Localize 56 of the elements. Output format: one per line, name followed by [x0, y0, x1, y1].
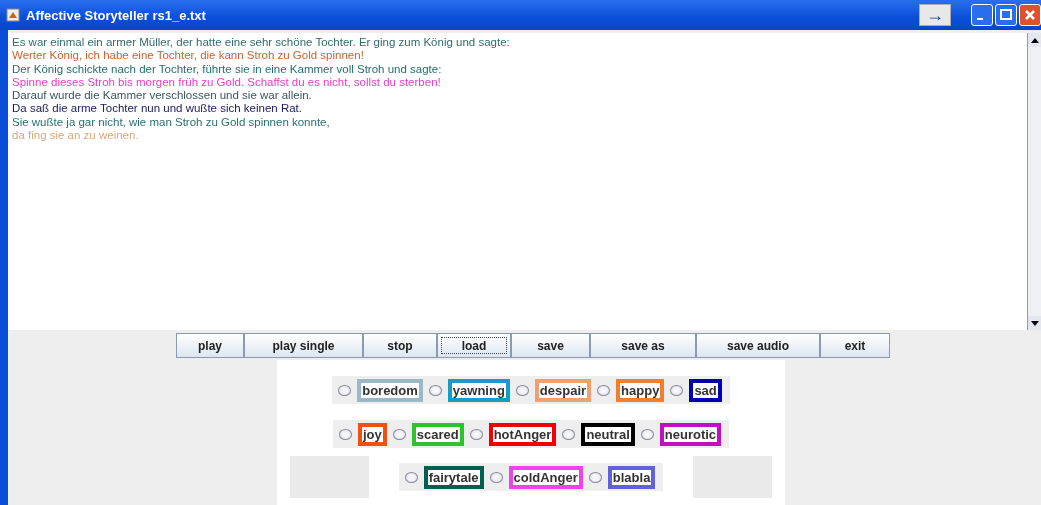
minimize-icon — [977, 18, 983, 20]
action-button[interactable]: stop — [363, 333, 437, 358]
emotion-label: happy — [616, 378, 665, 402]
emotion-label: hotAnger — [488, 422, 557, 446]
action-button[interactable]: save audio — [696, 333, 820, 358]
emotion-label: neurotic — [659, 422, 722, 446]
emotion-label: joy — [357, 422, 387, 446]
radio-button[interactable] — [428, 384, 442, 396]
emotion-label: yawning — [447, 378, 510, 402]
app-icon — [6, 8, 20, 22]
scroll-up-button[interactable] — [1028, 33, 1041, 47]
window-title: Affective Storyteller rs1_e.txt — [26, 7, 207, 23]
radio-button[interactable] — [392, 428, 406, 440]
radio-button[interactable] — [597, 384, 611, 396]
radio-button[interactable] — [338, 428, 352, 440]
maximize-icon — [1000, 9, 1012, 21]
story-line: da fing sie an zu weinen. — [12, 129, 140, 143]
emotion-label: sad — [689, 378, 722, 402]
emotion-label: fairytale — [423, 465, 484, 489]
scrollbar[interactable] — [1027, 33, 1041, 330]
radio-button[interactable] — [338, 384, 352, 396]
close-button[interactable] — [1019, 4, 1041, 26]
story-line: Der König schickte nach der Tochter, führte sie in eine Kammer voll Stroh und sagte: — [12, 62, 443, 76]
radio-button[interactable] — [562, 428, 576, 440]
emotion-label: blabla — [607, 465, 656, 489]
action-button[interactable]: save — [511, 333, 590, 358]
radio-button[interactable] — [515, 384, 529, 396]
story-line: Werter König, ich habe eine Tochter, die kann Stroh zu Gold spinnen! — [12, 49, 365, 63]
emotion-label: scared — [411, 422, 464, 446]
action-button[interactable]: load — [437, 333, 511, 358]
up-arrow-icon — [1030, 37, 1039, 43]
scroll-down-button[interactable] — [1028, 316, 1041, 330]
close-icon — [1024, 9, 1036, 21]
down-arrow-icon — [1030, 320, 1039, 326]
action-button[interactable]: exit — [820, 333, 890, 358]
radio-button[interactable] — [469, 428, 483, 440]
story-line: Es war einmal ein armer Müller, der hatte eine sehr schöne Tochter. Er ging zum König und sagte: — [12, 36, 511, 50]
emotion-label: despair — [534, 378, 592, 402]
radio-button[interactable] — [489, 471, 503, 483]
story-line: Spinne dieses Stroh bis morgen früh zu Gold. Schaffst du es nicht, sollst du sterben! — [12, 75, 442, 90]
minimize-button[interactable] — [971, 4, 993, 26]
radio-button[interactable] — [404, 471, 418, 483]
emotion-label: neutral — [581, 422, 635, 446]
radio-button[interactable] — [588, 471, 602, 483]
story-line: Sie wußte ja gar nicht, wie man Stroh zu Gold spinnen konnte, — [12, 115, 331, 130]
action-button[interactable]: save as — [590, 333, 696, 358]
action-button[interactable]: play single — [244, 333, 363, 358]
action-button[interactable]: play — [176, 333, 244, 358]
radio-button[interactable] — [670, 384, 684, 396]
story-line: Darauf wurde die Kammer verschlossen und sie war allein. — [12, 89, 313, 103]
arrow-button[interactable]: → — [919, 4, 951, 26]
story-line: Da saß die arme Tochter nun und wußte sich keinen Rat. — [12, 102, 303, 116]
radio-button[interactable] — [640, 428, 654, 440]
emotion-label: boredom — [357, 378, 423, 402]
maximize-button[interactable] — [995, 4, 1017, 26]
emotion-label: coldAnger — [508, 465, 583, 489]
